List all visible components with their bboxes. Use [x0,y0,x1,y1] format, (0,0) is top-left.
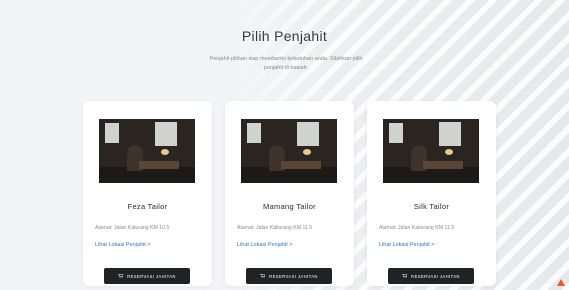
view-location-link[interactable]: Lihat Lokasi Penjahit > [379,242,435,248]
reserve-button[interactable]: RESERVASI JAHITAN [388,268,474,284]
page-subtitle: Penjahit pilihan siap membantu kebutuhan… [209,56,363,71]
tailor-photo [241,119,337,183]
reserve-button-label: RESERVASI JAHITAN [411,273,460,279]
page-title: Pilih Penjahit [241,28,328,44]
reserve-button-label: RESERVASI JAHITAN [269,273,318,279]
view-location-link[interactable]: Lihat Lokasi Penjahit > [95,242,151,248]
reserve-button[interactable]: RESERVASI JAHITAN [246,268,332,284]
tailor-address: Alamat: Jalan Kalurang KM 10.5 [95,225,170,231]
tailor-address: Alamat: Jalan Kaliurang KM 11.5 [237,225,313,231]
tailor-card: Feza Tailor Alamat: Jalan Kalurang KM 10… [83,101,212,286]
tailor-photo [99,119,195,183]
tailor-name: Mamang Tailor [263,202,316,211]
view-location-link[interactable]: Lihat Lokasi Penjahit > [237,242,293,248]
cart-icon [402,274,408,278]
tailor-address: Alamat: Jalan Kaliurang KM 11.5 [379,225,455,231]
cart-icon [260,274,266,278]
tailor-photo [383,119,479,183]
cart-icon [118,274,124,278]
tailor-card: Mamang Tailor Alamat: Jalan Kaliurang KM… [225,101,354,286]
reserve-button[interactable]: RESERVASI JAHITAN [104,268,190,284]
tailor-name: Feza Tailor [127,202,168,211]
arrow-up-icon[interactable] [556,278,566,288]
reserve-button-label: RESERVASI JAHITAN [127,273,176,279]
tailor-card: Silk Tailor Alamat: Jalan Kaliurang KM 1… [367,101,496,286]
tailor-name: Silk Tailor [413,202,450,211]
